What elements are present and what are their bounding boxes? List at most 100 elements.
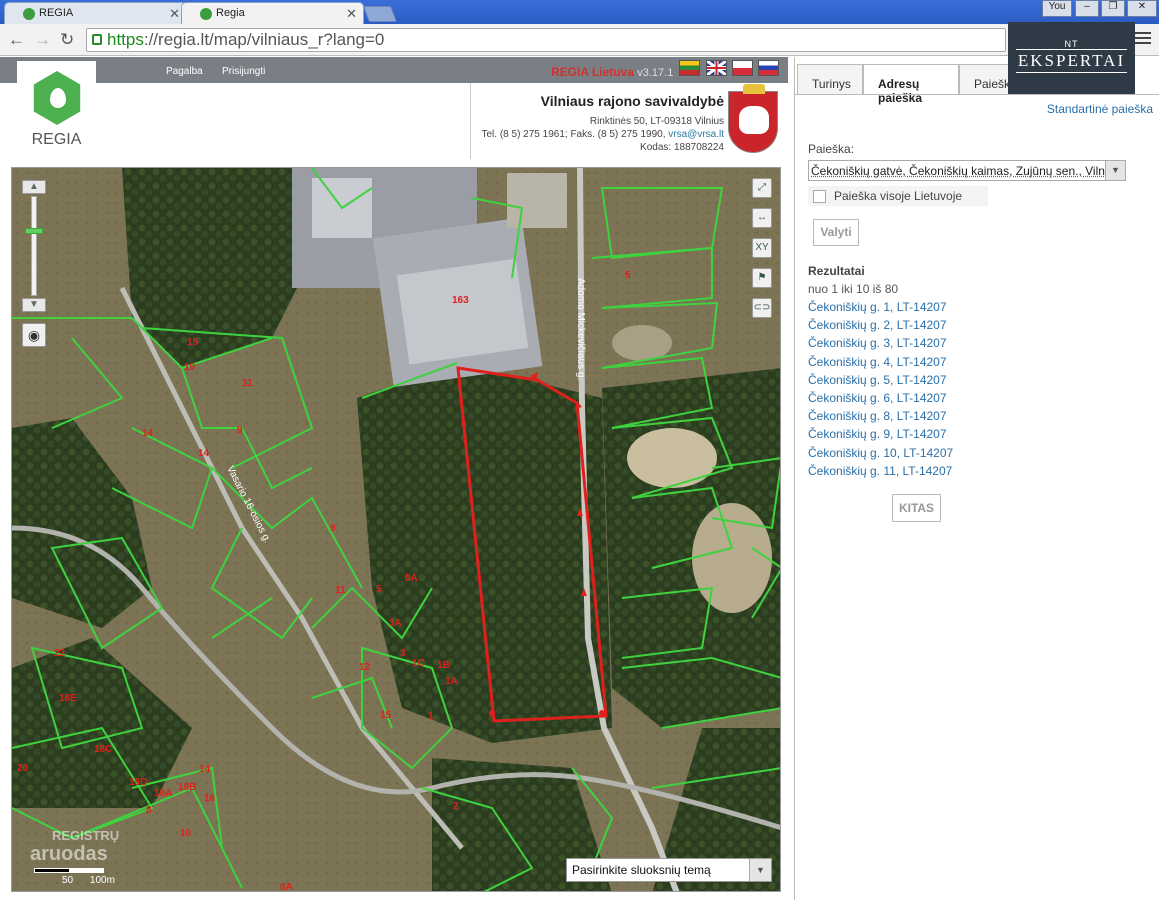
organization-code: Kodas: 188708224 — [640, 142, 724, 153]
search-all-lithuania-checkbox[interactable] — [813, 190, 826, 203]
parcel-number: 8 — [146, 805, 152, 816]
parcel-number: 1B — [437, 660, 450, 671]
parcel-number: 18C — [94, 744, 112, 755]
parcel-number: 22 — [54, 648, 66, 659]
flag-lithuania-icon[interactable] — [679, 60, 700, 76]
tab-title: Regia — [216, 7, 245, 19]
url-scheme: https — [107, 30, 144, 49]
organization-contacts: Tel. (8 5) 275 1961; Faks. (8 5) 275 199… — [482, 129, 725, 140]
close-tab-icon[interactable]: ✕ — [346, 6, 357, 22]
phone-numbers: Tel. (8 5) 275 1961; Faks. (8 5) 275 199… — [482, 129, 666, 140]
minimize-icon[interactable]: – — [1075, 0, 1099, 17]
browser-tab-1[interactable]: REGIA ✕ — [4, 2, 187, 24]
version-number: v3.17.1 — [637, 67, 673, 79]
url-path: ://regia.lt/map/vilniaus_r?lang=0 — [144, 30, 385, 49]
lock-icon — [92, 34, 102, 45]
result-link[interactable]: Čekoniškių g. 5, LT-14207 — [808, 373, 953, 391]
close-tab-icon[interactable]: ✕ — [169, 6, 180, 22]
watermark: REGISTRŲ aruodas — [30, 828, 119, 866]
parcel-number: 10 — [180, 828, 192, 839]
regia-logo[interactable]: REGIA — [17, 61, 96, 158]
parcel-number: 3A — [389, 618, 402, 629]
tab-address-search[interactable]: Adresų paieška — [863, 64, 959, 95]
result-link[interactable]: Čekoniškių g. 9, LT-14207 — [808, 427, 953, 445]
parcel-number: 16 — [204, 793, 216, 804]
browser-menu-icon[interactable] — [1135, 32, 1151, 47]
scale-mid: 50 — [62, 875, 73, 886]
profile-button[interactable]: You — [1042, 0, 1072, 17]
coordinates-xy-icon[interactable]: XY — [752, 238, 772, 258]
parcel-number: 15 — [187, 337, 199, 348]
parcel-number: 18A — [154, 788, 172, 799]
zoom-control[interactable]: ▲ ▼ — [22, 180, 46, 312]
logo-small-text: NT — [1008, 39, 1135, 49]
drop-icon — [50, 88, 66, 108]
forward-icon[interactable]: → — [34, 30, 51, 50]
clear-button[interactable]: Valyti — [813, 219, 859, 246]
result-link[interactable]: Čekoniškių g. 1, LT-14207 — [808, 300, 953, 318]
parcel-number: 18B — [178, 782, 196, 793]
search-label: Paieška: — [808, 142, 854, 156]
help-link[interactable]: Pagalba — [166, 66, 203, 77]
new-tab-button[interactable] — [363, 6, 397, 22]
zoom-slider[interactable] — [31, 196, 37, 296]
next-page-button[interactable]: KITAS — [892, 494, 941, 522]
parcel-number: 3 — [400, 648, 406, 659]
email-link[interactable]: vrsa@vrsa.lt — [668, 129, 724, 140]
zoom-out-icon[interactable]: ▼ — [22, 298, 46, 312]
layer-select-value: Pasirinkite sluoksnių temą — [572, 863, 711, 877]
search-all-lithuania-row[interactable]: Paieška visoje Lietuvoje — [808, 186, 988, 206]
flag-uk-icon[interactable] — [706, 60, 727, 76]
regia-favicon-icon — [23, 8, 35, 20]
nt-ekspertai-logo: NT EKSPERTAI — [1008, 22, 1135, 94]
flag-russia-icon[interactable] — [758, 60, 779, 76]
top-navigation: Pagalba Prisijungti REGIA Lietuva v3.17.… — [0, 57, 788, 83]
reload-icon[interactable]: ↻ — [60, 30, 74, 50]
back-icon[interactable]: ← — [8, 30, 25, 50]
watermark-top: REGISTRŲ — [52, 828, 119, 843]
locate-icon[interactable]: ◉ — [22, 323, 46, 347]
fullscreen-icon[interactable]: ⤢ — [752, 178, 772, 198]
result-link[interactable]: Čekoniškių g. 10, LT-14207 — [808, 446, 953, 464]
parcel-number: 11 — [335, 585, 346, 596]
map-canvas[interactable]: Adomo Mickevičiaus g. Vasario 16-osios g… — [11, 167, 781, 892]
result-link[interactable]: Čekoniškių g. 11, LT-14207 — [808, 464, 953, 482]
parcel-number: 5 — [625, 270, 631, 281]
parcel-number: 18E — [59, 693, 77, 704]
parcel-number: 14 — [199, 764, 211, 775]
login-link[interactable]: Prisijungti — [222, 66, 265, 77]
search-panel: Turinys Adresų paieška Paieška Standarti… — [794, 57, 1159, 900]
address-bar[interactable]: https://regia.lt/map/vilniaus_r?lang=0 — [86, 28, 1006, 52]
parcel-number: 14 — [198, 448, 210, 459]
scale-end: 100m — [90, 875, 115, 886]
result-link[interactable]: Čekoniškių g. 3, LT-14207 — [808, 336, 953, 354]
standard-search-link[interactable]: Standartinė paieška — [1047, 102, 1153, 116]
flag-poland-icon[interactable] — [732, 60, 753, 76]
measure-icon[interactable]: ↔ — [752, 208, 772, 228]
link-icon[interactable]: ⊂⊃ — [752, 298, 772, 318]
parcel-number: 8A — [280, 882, 293, 892]
map-area: Pagalba Prisijungti REGIA Lietuva v3.17.… — [0, 57, 788, 900]
result-link[interactable]: Čekoniškių g. 8, LT-14207 — [808, 409, 953, 427]
parcel-number: 2 — [453, 801, 459, 812]
result-link[interactable]: Čekoniškių g. 6, LT-14207 — [808, 391, 953, 409]
close-window-icon[interactable]: ✕ — [1127, 0, 1157, 17]
layer-theme-select[interactable]: Pasirinkite sluoksnių temą ▼ — [566, 858, 772, 882]
zoom-in-icon[interactable]: ▲ — [22, 180, 46, 194]
zoom-slider-handle[interactable] — [25, 228, 43, 234]
result-link[interactable]: Čekoniškių g. 4, LT-14207 — [808, 355, 953, 373]
parcel-number: 20 — [17, 763, 29, 774]
logo-text: REGIA — [17, 131, 96, 149]
parcel-number: 9 — [330, 523, 336, 534]
parcel-number: 12 — [359, 662, 371, 673]
restore-icon[interactable]: ❐ — [1101, 0, 1125, 17]
parcel-number: 1 — [428, 711, 434, 722]
result-link[interactable]: Čekoniškių g. 2, LT-14207 — [808, 318, 953, 336]
address-search-select[interactable]: Čekoniškių gatvė, Čekoniškių kaimas, Zuj… — [808, 160, 1126, 181]
aerial-map-image: Adomo Mickevičiaus g. Vasario 16-osios g… — [12, 168, 781, 892]
tab-contents[interactable]: Turinys — [797, 64, 863, 94]
organization-name: Vilniaus rajono savivaldybė — [541, 93, 724, 109]
browser-tab-2[interactable]: Regia ✕ — [181, 2, 364, 24]
flag-marker-icon[interactable]: ⚑ — [752, 268, 772, 288]
parcel-number: 5 — [376, 584, 382, 595]
